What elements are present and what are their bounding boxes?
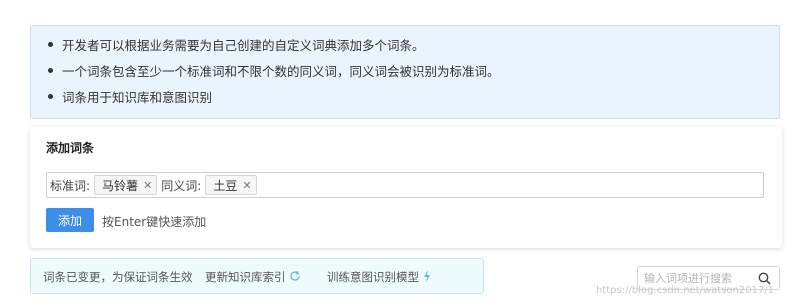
add-button[interactable]: 添加 [46,208,94,232]
close-icon[interactable]: ✕ [143,179,152,192]
close-icon[interactable]: ✕ [242,179,251,192]
info-list-item: 一个词条包含至少一个标准词和不限个数的同义词，同义词会被识别为标准词。 [48,64,500,80]
search-icon[interactable] [758,272,771,285]
standard-word-label: 标准词: [50,178,91,193]
standard-word-tag: 马铃薯 ✕ [94,175,158,195]
refresh-icon[interactable] [289,270,301,282]
lightning-icon[interactable] [423,270,431,282]
entry-tag-input[interactable]: 标准词: 马铃薯 ✕ 同义词: 土豆 ✕ [46,172,764,198]
tag-text: 马铃薯 [102,178,139,193]
info-list-item: 开发者可以根据业务需要为自己创建的自定义词典添加多个词条。 [48,38,425,54]
watermark: https://blog.csdn.net/watson2017/1 [596,285,775,296]
status-message: 词条已变更，为保证词条生效 [43,270,193,284]
info-list-item: 词条用于知识库和意图识别 [48,90,212,106]
update-index-link[interactable]: 更新知识库索引 [205,269,286,285]
bullet-dot [48,94,53,99]
bullet-dot [48,42,53,47]
tag-text: 土豆 [213,178,238,193]
synonym-label: 同义词: [161,178,202,193]
status-bar: 词条已变更，为保证词条生效 更新知识库索引 训练意图识别模型 [30,258,484,294]
bullet-dot [48,68,53,73]
train-model-link[interactable]: 训练意图识别模型 [327,269,419,285]
info-text: 词条用于知识库和意图识别 [62,90,213,105]
card-title: 添加词条 [46,141,95,155]
info-box: 开发者可以根据业务需要为自己创建的自定义词典添加多个词条。 一个词条包含至少一个… [30,25,780,119]
info-text: 开发者可以根据业务需要为自己创建的自定义词典添加多个词条。 [62,38,425,53]
info-text: 一个词条包含至少一个标准词和不限个数的同义词，同义词会被识别为标准词。 [62,64,500,79]
synonym-tag: 土豆 ✕ [205,175,257,195]
add-entry-card: 添加词条 标准词: 马铃薯 ✕ 同义词: 土豆 ✕ 添加 按Enter键快速添加 [30,127,782,248]
enter-hint: 按Enter键快速添加 [102,215,207,229]
